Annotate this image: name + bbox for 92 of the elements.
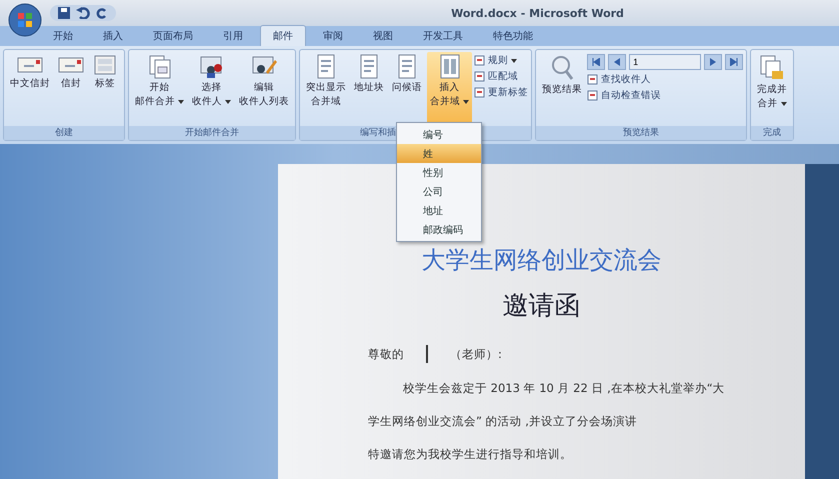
button-label: 合并 [758, 98, 787, 110]
ribbon-tab[interactable]: 视图 [360, 25, 406, 46]
document-heading: 大学生网络创业交流会 [422, 245, 662, 276]
scrollbar[interactable] [805, 164, 839, 479]
small-command-icon [474, 87, 486, 98]
labels-icon [92, 54, 118, 76]
group-label: 开始邮件合并 [129, 126, 296, 140]
group-label: 创建 [4, 126, 124, 140]
button-label: 选择 [202, 82, 222, 94]
button-label: 地址块 [354, 82, 384, 94]
undo-icon[interactable] [76, 7, 90, 19]
menu-item[interactable]: 性别 [397, 163, 481, 182]
group-label: 完成 [751, 126, 794, 140]
small-command-icon [474, 55, 486, 66]
ribbon-small-button[interactable]: 查找收件人 [587, 73, 744, 86]
menu-item[interactable]: 邮政编码 [397, 220, 481, 239]
body-text: 校学生会兹定于 2013 年 10 月 22 日 ,在本校大礼堂举办“大 [402, 381, 726, 396]
group-label: 预览结果 [536, 126, 746, 140]
ribbon-tab[interactable]: 开始 [40, 25, 86, 46]
body-text: 特邀请您为我校学生进行指导和培训。 [367, 447, 573, 462]
left-triangle-icon [613, 58, 622, 66]
ribbon-tab[interactable]: 审阅 [310, 25, 356, 46]
ribbon-tab[interactable]: 开发工具 [410, 25, 476, 46]
record-number-field[interactable]: 1 [629, 54, 702, 70]
ribbon-tab[interactable]: 页面布局 [140, 25, 206, 46]
documents-icon [146, 54, 173, 80]
button-label: 收件人 [192, 96, 232, 108]
ribbon-small-button[interactable]: 更新标签 [474, 86, 528, 99]
button-label: 完成并 [757, 84, 788, 96]
window-title: Word.docx - Microsoft Word [450, 6, 625, 20]
ribbon-small-button[interactable]: 规则 [474, 54, 528, 67]
ribbon-button[interactable]: 插入 合并域 [427, 52, 472, 124]
button-label: 标签 [95, 78, 115, 90]
button-label: 合并域 [311, 96, 342, 108]
last-record-button[interactable] [725, 54, 744, 70]
insert-field-icon [438, 54, 461, 80]
ribbon-tab[interactable]: 特色功能 [480, 25, 546, 46]
ribbon-button[interactable]: 开始 邮件合并 [132, 52, 188, 124]
ribbon-button[interactable]: 突出显示 合并域 [303, 52, 350, 124]
dropdown-arrow-icon [225, 100, 232, 104]
button-label: 编辑 [254, 82, 274, 94]
menu-item[interactable]: 公司 [397, 182, 481, 201]
document-icon [316, 54, 336, 80]
first-record-button[interactable] [587, 54, 606, 70]
body-text: 学生网络创业交流会” 的活动 ,并设立了分会场演讲 [367, 414, 638, 429]
menu-item[interactable]: 姓 [397, 144, 481, 163]
ribbon-button[interactable]: 完成并 合并 [754, 52, 790, 124]
ribbon-tab[interactable]: 邮件 [260, 25, 306, 46]
ribbon-tab[interactable]: 引用 [210, 25, 256, 46]
ribbon-tab[interactable]: 插入 [90, 25, 136, 46]
button-label: 中文信封 [10, 78, 50, 90]
button-label: 预览结果 [542, 84, 582, 96]
ribbon-small-button[interactable]: 匹配域 [474, 70, 528, 83]
text-cursor [426, 345, 428, 363]
first-icon [592, 58, 600, 66]
document-icon [359, 54, 380, 80]
dropdown-arrow-icon [463, 100, 470, 104]
button-label: 插入 [440, 82, 460, 94]
button-label: 合并域 [430, 96, 470, 108]
button-label: 突出显示 [306, 82, 346, 94]
dropdown-arrow-icon [780, 102, 787, 106]
redo-icon[interactable] [96, 7, 108, 19]
ribbon-button[interactable]: 预览结果 [539, 52, 586, 124]
ribbon-button[interactable]: 信封 [55, 52, 87, 124]
document-title: 邀请函 [502, 290, 581, 323]
right-triangle-icon [709, 58, 718, 66]
button-label: 开始 [150, 82, 170, 94]
ribbon-small-button[interactable]: 自动检查错误 [587, 89, 744, 102]
ribbon-button[interactable]: 编辑 收件人列表 [236, 52, 292, 124]
previous-record-button[interactable] [608, 54, 626, 70]
ribbon-button[interactable]: 中文信封 [7, 52, 53, 124]
dropdown-arrow-icon [178, 100, 184, 104]
dropdown-arrow-icon [511, 58, 518, 62]
salutation-suffix: （老师）: [450, 346, 502, 362]
ribbon-button[interactable]: 选择 收件人 [189, 52, 234, 124]
finish-merge-icon [759, 54, 786, 82]
document-icon [397, 54, 418, 80]
small-command-icon [474, 71, 486, 82]
small-command-icon [587, 90, 598, 101]
button-label: 信封 [61, 78, 81, 90]
small-command-icon [587, 74, 598, 85]
last-icon [730, 58, 738, 66]
people-icon [198, 54, 225, 80]
ribbon-button[interactable]: 标签 [89, 52, 121, 124]
next-record-button[interactable] [704, 54, 722, 70]
salutation-text: 尊敬的 [368, 346, 404, 362]
menu-item[interactable]: 地址 [397, 201, 481, 220]
button-label: 邮件合并 [135, 96, 184, 108]
ribbon-button[interactable]: 地址块 [351, 52, 388, 124]
save-icon[interactable] [58, 7, 70, 19]
button-label: 问候语 [392, 82, 422, 94]
button-label: 收件人列表 [239, 96, 290, 108]
